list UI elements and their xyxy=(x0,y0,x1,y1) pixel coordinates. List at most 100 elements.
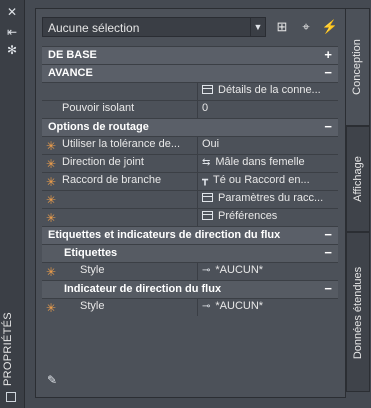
dialog-icon xyxy=(202,193,213,202)
close-icon[interactable]: ✕ xyxy=(5,6,19,18)
property-value-text: Paramètres du racc... xyxy=(218,192,324,204)
property-row[interactable]: Détails de la conne... xyxy=(42,82,338,100)
add-selection-icon[interactable]: ⊞ xyxy=(272,17,292,37)
row-gutter xyxy=(42,83,60,100)
palette-title-bar: ✕ ⇤ ✻ PROPRIÉTÉS xyxy=(0,0,25,408)
row-gutter: ✳ xyxy=(42,173,60,190)
property-name: Raccord de branche xyxy=(62,174,162,186)
property-value[interactable]: Préférences xyxy=(202,210,338,222)
pin-icon[interactable]: ⇤ xyxy=(5,26,19,38)
joint-direction-icon: ⇆ xyxy=(202,157,211,168)
column-divider xyxy=(197,299,198,316)
property-row[interactable]: ✳ Préférences xyxy=(42,208,338,226)
tab-affichage[interactable]: Affichage xyxy=(346,126,370,232)
property-value[interactable]: ┳ Té ou Raccord en... xyxy=(202,174,338,186)
subsection-title: Indicateur de direction du flux xyxy=(64,283,222,295)
row-gutter: ✳ xyxy=(42,209,60,226)
properties-palette: ✕ ⇤ ✻ PROPRIÉTÉS Conception Affichage Do… xyxy=(0,0,371,408)
property-name: Direction de joint xyxy=(62,156,144,168)
collapse-icon[interactable]: − xyxy=(324,227,332,242)
row-gutter: ✳ xyxy=(42,137,60,154)
property-value[interactable]: ⊸ *AUCUN* xyxy=(202,300,338,312)
tab-donnees-etendues[interactable]: Données étendues xyxy=(346,232,370,392)
property-value-text: *AUCUN* xyxy=(215,300,264,312)
asterisk-icon: ✳ xyxy=(45,138,57,153)
section-options-de-routage[interactable]: Options de routage − xyxy=(42,118,338,136)
property-value[interactable]: Oui xyxy=(202,138,338,150)
property-row[interactable]: ✳ Style ⊸ *AUCUN* xyxy=(42,298,338,316)
row-gutter: ✳ xyxy=(42,191,60,208)
property-row[interactable]: ✳ Raccord de branche ┳ Té ou Raccord en..… xyxy=(42,172,338,190)
property-row[interactable]: ✳ Utiliser la tolérance de... Oui xyxy=(42,136,338,154)
column-divider xyxy=(197,83,198,100)
section-etiquettes-indicateurs[interactable]: Etiquettes et indicateurs de direction d… xyxy=(42,226,338,244)
row-gutter: ✳ xyxy=(42,263,60,280)
expand-icon[interactable]: + xyxy=(324,47,332,62)
quick-select-icon[interactable]: ⚡ xyxy=(320,17,340,37)
column-divider xyxy=(197,137,198,154)
asterisk-icon: ✳ xyxy=(45,300,57,315)
collapse-icon[interactable]: − xyxy=(324,119,332,134)
tab-conception-label: Conception xyxy=(351,39,363,95)
property-value-text: Mâle dans femelle xyxy=(215,156,305,168)
section-title: DE BASE xyxy=(48,49,97,61)
property-value[interactable]: Détails de la conne... xyxy=(202,84,338,96)
selection-dropdown[interactable]: Aucune sélection ▼ xyxy=(42,17,266,37)
tab-conception[interactable]: Conception xyxy=(346,8,370,126)
dialog-icon xyxy=(202,211,213,220)
property-value[interactable]: Paramètres du racc... xyxy=(202,192,338,204)
property-name: Utiliser la tolérance de... xyxy=(62,138,180,150)
property-value-text: Détails de la conne... xyxy=(218,84,321,96)
column-divider xyxy=(197,101,198,118)
section-avance[interactable]: AVANCE − xyxy=(42,64,338,82)
subsection-indicateur-direction[interactable]: Indicateur de direction du flux − xyxy=(42,280,338,298)
palette-title: PROPRIÉTÉS xyxy=(2,312,14,386)
section-title: Options de routage xyxy=(48,121,149,133)
subsection-title: Etiquettes xyxy=(64,247,118,259)
row-gutter: ✳ xyxy=(42,299,60,316)
collapse-icon[interactable]: − xyxy=(324,245,332,260)
selection-dropdown-value: Aucune sélection xyxy=(48,21,140,35)
asterisk-icon: ✳ xyxy=(45,192,57,207)
column-divider xyxy=(197,155,198,172)
gear-icon[interactable]: ✻ xyxy=(5,44,19,56)
row-gutter: ✳ xyxy=(42,155,60,172)
property-value[interactable]: ⇆ Mâle dans femelle xyxy=(202,156,338,168)
column-divider xyxy=(197,209,198,226)
collapse-icon[interactable]: − xyxy=(324,281,332,296)
chevron-down-icon[interactable]: ▼ xyxy=(250,18,265,36)
property-name: Pouvoir isolant xyxy=(62,102,135,114)
asterisk-icon: ✳ xyxy=(45,210,57,225)
collapse-icon[interactable]: − xyxy=(324,65,332,80)
column-divider xyxy=(197,173,198,190)
property-row[interactable]: ✳ Style ⊸ *AUCUN* xyxy=(42,262,338,280)
palette-menu-icon[interactable] xyxy=(6,392,16,402)
section-title: Etiquettes et indicateurs de direction d… xyxy=(48,229,281,241)
column-divider xyxy=(197,263,198,280)
property-value[interactable]: 0 xyxy=(202,102,338,114)
row-gutter xyxy=(42,101,60,118)
tab-strip: Conception Affichage Données étendues xyxy=(346,8,371,398)
edit-data-icon[interactable]: ✎ xyxy=(47,373,63,387)
style-icon: ⊸ xyxy=(202,265,211,276)
property-name: Style xyxy=(80,300,105,312)
subsection-etiquettes[interactable]: Etiquettes − xyxy=(42,244,338,262)
tab-affichage-label: Affichage xyxy=(352,156,364,202)
tee-fitting-icon: ┳ xyxy=(202,175,209,186)
property-value-text: *AUCUN* xyxy=(215,264,264,276)
section-title: AVANCE xyxy=(48,67,93,79)
property-row[interactable]: ✳ Paramètres du racc... xyxy=(42,190,338,208)
property-name: Style xyxy=(80,264,105,276)
dialog-icon xyxy=(202,85,213,94)
select-objects-icon[interactable]: ⌖ xyxy=(296,17,316,37)
style-icon: ⊸ xyxy=(202,301,211,312)
property-row[interactable]: Pouvoir isolant 0 xyxy=(42,100,338,118)
property-value-text: Té ou Raccord en... xyxy=(213,174,310,186)
asterisk-icon: ✳ xyxy=(45,156,57,171)
property-row[interactable]: ✳ Direction de joint ⇆ Mâle dans femelle xyxy=(42,154,338,172)
property-value-text: Préférences xyxy=(218,210,278,222)
property-grid: DE BASE + AVANCE − Détails de la conne..… xyxy=(42,46,338,316)
asterisk-icon: ✳ xyxy=(45,264,57,279)
section-de-base[interactable]: DE BASE + xyxy=(42,46,338,64)
property-value[interactable]: ⊸ *AUCUN* xyxy=(202,264,338,276)
